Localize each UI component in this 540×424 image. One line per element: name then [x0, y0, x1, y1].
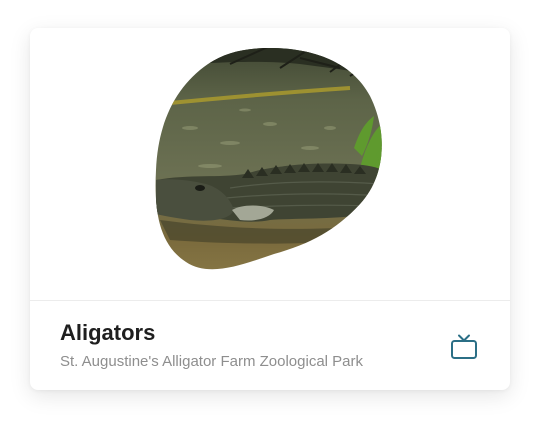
- alligator-photo-blob: [155, 48, 382, 270]
- card-subtitle: St. Augustine's Alligator Farm Zoologica…: [60, 353, 364, 370]
- media-card[interactable]: Aligators St. Augustine's Alligator Farm…: [30, 28, 510, 390]
- card-title: Aligators: [60, 320, 156, 345]
- tv-icon: [451, 334, 477, 359]
- card-divider: [30, 300, 510, 301]
- card-media: [30, 28, 510, 300]
- watch-button[interactable]: [446, 330, 482, 364]
